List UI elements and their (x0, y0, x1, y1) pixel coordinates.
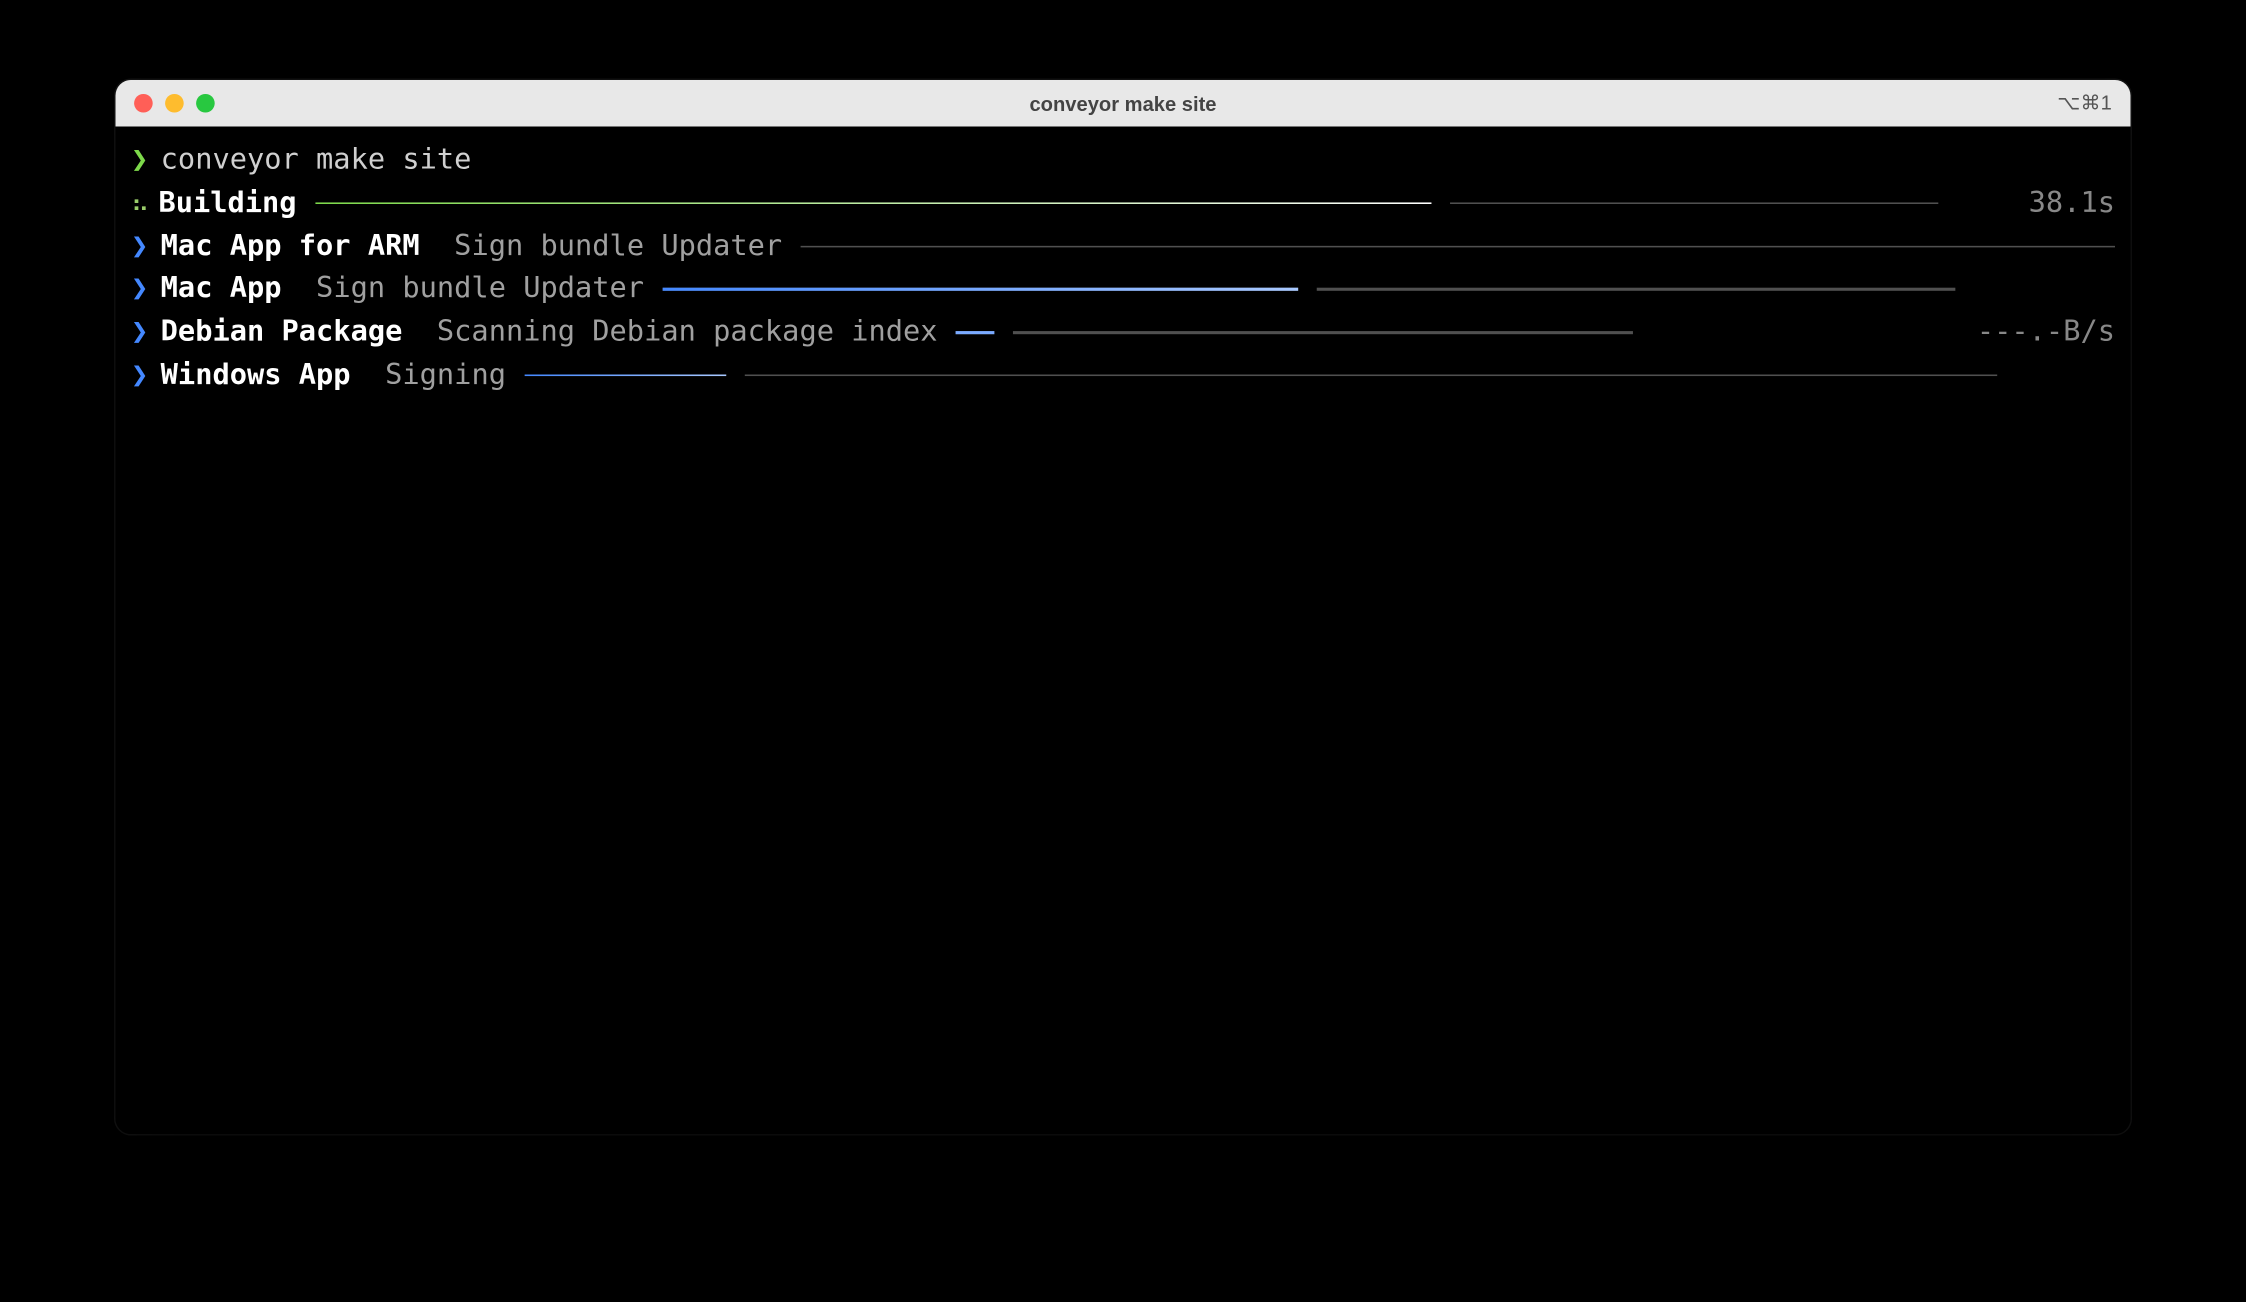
building-progress (315, 202, 2013, 204)
terminal-window: conveyor make site ⌥⌘1 ❯ conveyor make s… (116, 80, 2131, 1134)
task-name: Mac App (161, 268, 282, 311)
task-progress (956, 331, 1961, 333)
task-bar-1 (525, 374, 726, 376)
command-text: conveyor make site (161, 139, 472, 182)
prompt-chevron-icon: ❯ (131, 139, 148, 182)
traffic-lights (134, 94, 215, 113)
task-progress (663, 288, 2115, 290)
maximize-button[interactable] (196, 94, 215, 113)
minimize-button[interactable] (165, 94, 184, 113)
window-title: conveyor make site (1029, 92, 1216, 115)
task-bar-1 (801, 245, 2115, 247)
task-rate: ---.-B/s (1977, 311, 2115, 354)
task-bar-1 (663, 288, 1299, 290)
chevron-right-icon: ❯ (131, 225, 148, 268)
building-label: Building (158, 182, 296, 225)
close-button[interactable] (134, 94, 153, 113)
titlebar[interactable]: conveyor make site ⌥⌘1 (116, 80, 2131, 127)
task-bar-2 (1014, 331, 1634, 333)
task-progress (525, 374, 2115, 376)
building-bar-1 (315, 202, 1431, 204)
building-bar-2 (1450, 202, 1938, 204)
task-bar-1 (956, 331, 995, 333)
task-progress (801, 245, 2115, 247)
task-bar-2 (745, 374, 1997, 376)
building-time: 38.1s (2029, 182, 2115, 225)
task-bar-2 (1317, 288, 1956, 290)
chevron-right-icon: ❯ (131, 268, 148, 311)
spinner-icon: ⠦ (131, 185, 146, 222)
prompt-line: ❯ conveyor make site (131, 139, 2115, 182)
window-shortcut: ⌥⌘1 (2057, 91, 2112, 116)
chevron-right-icon: ❯ (131, 354, 148, 397)
chevron-right-icon: ❯ (131, 311, 148, 354)
terminal-body[interactable]: ❯ conveyor make site ⠦ Building (116, 127, 2131, 1135)
building-line: ⠦ Building 38.1s (131, 182, 2115, 225)
